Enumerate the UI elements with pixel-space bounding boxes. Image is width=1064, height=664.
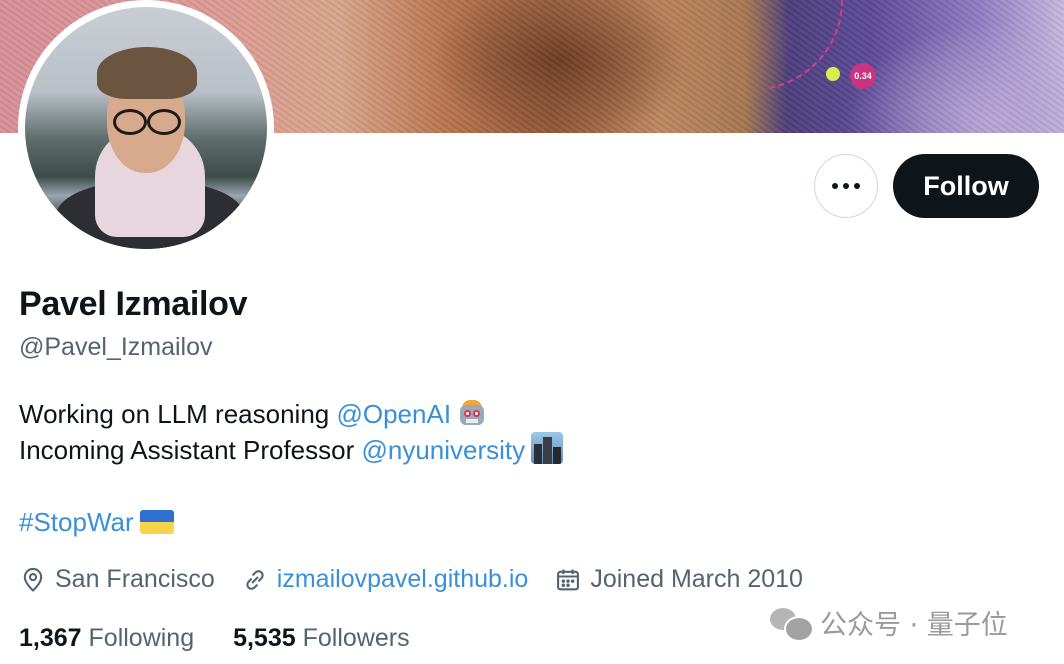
more-horizontal-icon xyxy=(832,183,860,189)
website-link[interactable]: izmailovpavel.github.io xyxy=(277,565,529,594)
watermark-text: 公众号 · 量子位 xyxy=(820,610,1008,641)
meta-location: San Francisco xyxy=(19,565,215,594)
avatar-hair xyxy=(97,47,197,99)
location-pin-icon xyxy=(23,567,43,592)
profile-meta: San Francisco izmailovpavel.github.io Jo… xyxy=(19,565,829,594)
link-icon xyxy=(246,569,264,590)
following-label: Following xyxy=(88,624,195,652)
joined-text: Joined March 2010 xyxy=(590,565,803,593)
more-options-button[interactable] xyxy=(814,154,878,218)
banner-yellow-dot xyxy=(826,67,840,81)
bio-text: Incoming Assistant Professor xyxy=(19,435,362,465)
night-city-emoji-icon xyxy=(531,432,564,464)
hashtag-stopwar-link[interactable]: #StopWar xyxy=(19,507,134,537)
profile-name: Pavel Izmailov xyxy=(19,285,248,323)
avatar[interactable] xyxy=(18,0,274,256)
following-link[interactable]: 1,367 Following xyxy=(19,624,194,652)
bio-text: Working on LLM reasoning xyxy=(19,399,337,429)
avatar-glasses xyxy=(109,109,183,135)
bio-line-2: Incoming Assistant Professor @nyuniversi… xyxy=(19,432,564,468)
follow-button[interactable]: Follow xyxy=(893,154,1039,218)
meta-joined: Joined March 2010 xyxy=(554,565,803,594)
followers-link[interactable]: 5,535 Followers xyxy=(233,624,410,652)
bio-line-3: #StopWar xyxy=(19,504,563,540)
bio-line-1: Working on LLM reasoning @OpenAI xyxy=(19,396,563,432)
ukraine-flag-emoji-icon xyxy=(139,510,174,534)
banner-value-badge: 0.34 xyxy=(850,63,876,89)
profile-stats: 1,367 Following 5,535 Followers xyxy=(19,624,442,653)
wechat-icon xyxy=(770,606,814,642)
mention-nyuniversity-link[interactable]: @nyuniversity xyxy=(361,435,525,465)
profile-bio: Working on LLM reasoning @OpenAI Incomin… xyxy=(19,396,564,540)
bio-line-blank xyxy=(19,468,563,504)
profile-handle: @Pavel_Izmailov xyxy=(19,333,213,361)
calendar-icon xyxy=(557,569,580,590)
avatar-photo xyxy=(25,7,267,249)
meta-website: izmailovpavel.github.io xyxy=(241,565,529,594)
followers-count: 5,535 xyxy=(233,624,296,652)
followers-label: Followers xyxy=(302,624,410,652)
location-text: San Francisco xyxy=(55,565,215,593)
robot-emoji-icon xyxy=(457,398,487,428)
watermark: 公众号 · 量子位 xyxy=(770,603,1008,642)
mention-openai-link[interactable]: @OpenAI xyxy=(336,399,451,429)
following-count: 1,367 xyxy=(19,624,82,652)
